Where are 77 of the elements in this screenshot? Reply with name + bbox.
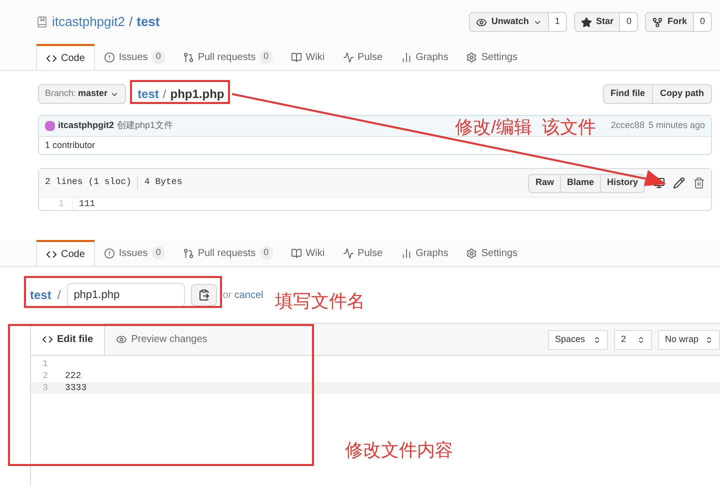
- nav-tab[interactable]: Wiki: [282, 240, 334, 266]
- nav-tab[interactable]: Code: [36, 44, 95, 70]
- tab-label: Pull requests: [198, 246, 256, 260]
- view-button[interactable]: Raw: [528, 174, 561, 192]
- option-select[interactable]: Spaces: [548, 330, 608, 350]
- repo-action-button[interactable]: Unwatch: [469, 12, 549, 32]
- file-action-button[interactable]: Find file: [602, 84, 653, 104]
- repo-link[interactable]: test: [138, 85, 159, 103]
- repo-link[interactable]: test: [30, 286, 52, 304]
- annotation-text: 修改文件内容: [345, 439, 453, 462]
- file-name: php1.php: [170, 86, 224, 103]
- tab-counter: 0: [260, 50, 273, 64]
- tab-label: Issues: [118, 246, 148, 260]
- filename-input[interactable]: php1.php: [66, 283, 185, 307]
- repo-action-button[interactable]: Star: [574, 12, 620, 32]
- nav-tab[interactable]: Pull requests 0: [174, 44, 282, 70]
- tab-label: Issues: [118, 50, 148, 64]
- line-number: 1: [42, 358, 49, 370]
- path-separator: /: [162, 86, 166, 103]
- tab-label: Graphs: [416, 246, 448, 260]
- tab-label: Settings: [481, 50, 518, 64]
- repo-action-button[interactable]: Fork: [645, 12, 694, 32]
- annotation-text: 填写文件名: [275, 290, 365, 313]
- nav-tab[interactable]: Pulse: [334, 240, 392, 266]
- tab-label: Pull requests: [198, 50, 256, 64]
- line-number: 2: [42, 370, 49, 382]
- tab-counter: 0: [152, 246, 165, 260]
- line-number: 3: [42, 382, 49, 394]
- count-badge[interactable]: 1: [548, 12, 567, 32]
- nav-tab[interactable]: Settings: [457, 44, 526, 70]
- line-number: 1: [39, 198, 73, 210]
- option-select[interactable]: No wrap: [658, 330, 720, 350]
- nav-tab[interactable]: Wiki: [282, 44, 334, 70]
- option-select[interactable]: 2: [614, 330, 652, 350]
- nav-tab[interactable]: Pull requests 0: [174, 240, 282, 266]
- nav-tab[interactable]: Graphs: [392, 240, 458, 266]
- contributors-text[interactable]: 1 contributor: [45, 138, 96, 152]
- tab-label: Wiki: [306, 246, 325, 260]
- nav-tab[interactable]: Pulse: [334, 44, 392, 70]
- code-line: 111: [78, 198, 96, 210]
- commit-message[interactable]: 创建php1文件: [117, 119, 174, 133]
- nav-tab[interactable]: Code: [36, 240, 95, 266]
- path-separator: /: [129, 13, 133, 32]
- code-line[interactable]: 222: [57, 370, 82, 382]
- tab-counter: 0: [152, 50, 165, 64]
- tab-label: Code: [61, 52, 85, 66]
- repo-name-link[interactable]: test: [136, 12, 160, 32]
- tab-label: Wiki: [306, 50, 325, 64]
- cancel-text: or cancel: [222, 288, 264, 302]
- tab-label: Pulse: [358, 50, 383, 64]
- editor-tab[interactable]: Edit file: [31, 323, 106, 355]
- nav-tab[interactable]: Graphs: [392, 44, 458, 70]
- commit-time: 5 minutes ago: [648, 119, 705, 132]
- view-button[interactable]: Blame: [560, 174, 601, 192]
- file-size: 4 Bytes: [144, 176, 182, 190]
- tab-label: Code: [61, 248, 85, 262]
- count-badge[interactable]: 0: [620, 12, 638, 32]
- code-line[interactable]: 3333: [57, 382, 87, 394]
- tab-counter: 0: [260, 246, 273, 260]
- cancel-link[interactable]: cancel: [234, 290, 264, 300]
- count-badge[interactable]: 0: [694, 12, 712, 32]
- nav-tab[interactable]: Issues 0: [94, 44, 174, 70]
- nav-tab[interactable]: Settings: [457, 240, 526, 266]
- path-separator: /: [57, 287, 61, 304]
- commit-author[interactable]: itcastphpgit2: [58, 119, 114, 133]
- tab-label: Pulse: [358, 246, 383, 260]
- tab-label: Settings: [481, 246, 518, 260]
- repo-owner-link[interactable]: itcastphpgit2: [52, 12, 125, 32]
- editor-tab[interactable]: Preview changes: [105, 323, 218, 355]
- file-action-button[interactable]: Copy path: [653, 84, 712, 104]
- branch-select[interactable]: Branch: master: [38, 84, 126, 104]
- view-button[interactable]: History: [600, 174, 645, 192]
- tab-label: Graphs: [416, 50, 448, 64]
- nav-tab[interactable]: Issues 0: [94, 240, 174, 266]
- commit-sha[interactable]: 2ccec88: [610, 119, 644, 133]
- annotation-text: 修改/编辑 该文件: [455, 116, 596, 139]
- line-count: 2 lines (1 sloc): [45, 176, 132, 190]
